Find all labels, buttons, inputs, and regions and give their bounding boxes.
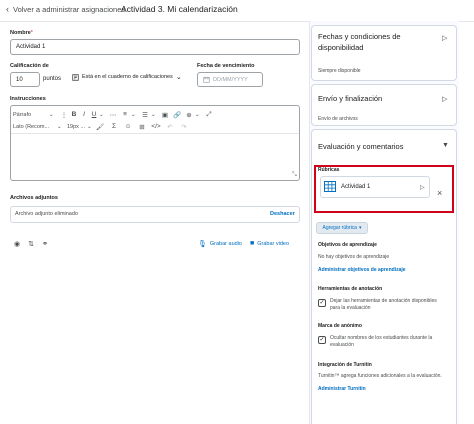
microphone-icon: 🎙 <box>198 241 207 248</box>
gradebook-icon <box>72 73 79 81</box>
fullscreen-icon[interactable]: ⤢ <box>203 111 215 119</box>
instructions-label: Instrucciones <box>10 96 46 102</box>
page-title: Actividad 3. Mi calendarización <box>121 4 238 14</box>
evaluation-title: Evaluación y comentarios <box>318 142 404 151</box>
gradebook-dropdown[interactable]: Está en el cuaderno de calificaciones ⌄ <box>72 73 182 81</box>
objectives-text: No hay objetivos de aprendizaje <box>318 254 390 260</box>
turnitin-label: Integración de Turnitin <box>318 362 372 368</box>
objectives-label: Objetivos de aprendizaje <box>318 242 377 248</box>
chevron-right-icon[interactable]: ▷ <box>442 34 447 42</box>
record-video-label: Grabar video <box>257 240 290 247</box>
chevron-down-icon: ▾ <box>358 225 362 231</box>
equation-icon[interactable]: Σ <box>107 123 121 130</box>
add-rubric-label: Agregar rúbrica <box>322 225 357 231</box>
due-date-placeholder: DD/MM/YYYY <box>213 76 248 83</box>
resize-handle-icon[interactable]: ⤡ <box>292 172 297 179</box>
submission-title: Envío y finalización <box>318 94 383 103</box>
due-date-input[interactable]: DD/MM/YYYY <box>197 72 263 87</box>
anonymous-checkbox[interactable]: ✓ <box>318 336 326 344</box>
close-icon[interactable]: × <box>437 188 442 198</box>
chevron-right-icon[interactable]: ▷ <box>420 184 425 191</box>
points-label: puntos <box>43 76 62 82</box>
record-video-button[interactable]: ■ Grabar video <box>250 240 289 247</box>
chevron-left-icon: ‹ <box>6 4 9 14</box>
more-horizontal-icon[interactable]: ⋯ <box>107 111 119 119</box>
chevron-down-icon: ⌄ <box>99 111 104 118</box>
insert-stuff-icon[interactable]: ⊕ <box>183 111 195 119</box>
preview-eye-icon[interactable]: ◉ <box>10 240 24 248</box>
bold-button[interactable]: B <box>69 111 79 118</box>
grade-input[interactable]: 10 <box>10 72 40 87</box>
annotation-checkbox[interactable]: ✓ <box>318 299 326 307</box>
submission-subtitle: Envío de archivos <box>318 116 358 122</box>
chevron-down-icon[interactable]: ▼ <box>442 142 449 149</box>
add-rubric-button[interactable]: Agregar rúbrica ▾ <box>316 222 368 234</box>
link-icon[interactable]: ⚭ <box>38 240 52 248</box>
gradebook-label: Está en el cuaderno de calificaciones <box>82 74 173 80</box>
turnitin-text: Turnitin™ agrega funciones adicionales a… <box>318 373 442 379</box>
record-audio-label: Grabar audio <box>209 241 242 247</box>
rubric-name: Actividad 1 <box>341 184 371 190</box>
chevron-right-icon[interactable]: ▷ <box>442 95 447 103</box>
editor-toolbar-row-1: Párrafo ⌄ ⋮ B I U ⌄ ⋯ ≡ ⌄ ☰ ⌄ ▣ 🔗 ⊕ ⌄ ⤢ <box>13 109 297 120</box>
undo-link[interactable]: Deshacer <box>270 211 295 217</box>
grade-label: Calificación de <box>10 63 49 69</box>
upload-icon[interactable]: ⇅ <box>24 240 38 248</box>
underline-button[interactable]: U <box>89 111 99 118</box>
calendar-icon <box>203 76 210 83</box>
font-select[interactable]: Lato (Recom... <box>13 124 57 130</box>
back-link-label: Volver a administrar asignaciones <box>13 4 126 14</box>
font-size-select[interactable]: 19px ... <box>67 124 87 130</box>
undo-icon[interactable]: ↶ <box>163 123 177 131</box>
name-label-text: Nombre <box>10 30 31 36</box>
chevron-down-icon: ⌄ <box>151 111 156 118</box>
back-link[interactable]: ‹ Volver a administrar asignaciones <box>6 4 125 14</box>
rubrics-label: Rúbricas <box>318 167 340 173</box>
emoji-icon[interactable]: ☺ <box>121 123 135 130</box>
manage-objectives-link[interactable]: Administrar objetivos de aprendizaje <box>318 267 406 273</box>
chevron-down-icon: ⌄ <box>49 111 54 118</box>
rubric-grid-icon <box>324 181 336 192</box>
manage-turnitin-link[interactable]: Administrar Turnitin <box>318 386 366 392</box>
paragraph-select[interactable]: Párrafo <box>13 112 49 118</box>
insert-image-icon[interactable]: ▣ <box>159 111 171 119</box>
attachment-removed-text: Archivo adjunto eliminado <box>15 211 78 217</box>
insert-link-icon[interactable]: 🔗 <box>171 111 183 119</box>
paint-format-icon[interactable]: 🖌 <box>93 123 107 131</box>
more-vertical-icon[interactable]: ⋮ <box>59 111 69 119</box>
table-icon[interactable]: ⊞ <box>135 123 149 131</box>
chevron-down-icon: ⌄ <box>195 111 200 118</box>
name-label: Nombre* <box>10 30 33 36</box>
bullet-list-icon[interactable]: ☰ <box>139 111 151 119</box>
chevron-down-icon: ⌄ <box>175 74 182 81</box>
record-audio-button[interactable]: 🎙 Grabar audio <box>198 240 242 248</box>
required-mark: * <box>30 30 33 36</box>
video-camera-icon: ■ <box>250 240 255 247</box>
attachments-label: Archivos adjuntos <box>10 195 58 201</box>
redo-icon[interactable]: ↷ <box>177 123 191 131</box>
name-input[interactable]: Actividad 1 <box>10 39 300 55</box>
editor-toolbar-divider <box>11 133 299 134</box>
availability-subtitle: Siempre disponible <box>318 68 361 74</box>
source-code-icon[interactable]: </> <box>149 123 163 130</box>
italic-button[interactable]: I <box>79 111 89 118</box>
availability-title: Fechas y condiciones de disponibilidad <box>318 32 401 52</box>
chevron-down-icon: ⌄ <box>57 123 62 130</box>
anonymous-text: Ocultar nombres de los estudiantes duran… <box>330 335 433 348</box>
rubric-card[interactable] <box>320 176 430 198</box>
due-date-label: Fecha de vencimiento <box>197 63 255 69</box>
annotation-text: Dejar las herramientas de anotación disp… <box>330 298 437 311</box>
editor-toolbar-row-2: Lato (Recom... ⌄ 19px ... ⌄ 🖌 Σ ☺ ⊞ </> … <box>13 121 297 132</box>
annotation-label: Herramientas de anotación <box>318 286 383 292</box>
align-left-icon[interactable]: ≡ <box>119 111 131 118</box>
chevron-down-icon: ⌄ <box>131 111 136 118</box>
anonymous-label: Marca de anónimo <box>318 323 362 329</box>
